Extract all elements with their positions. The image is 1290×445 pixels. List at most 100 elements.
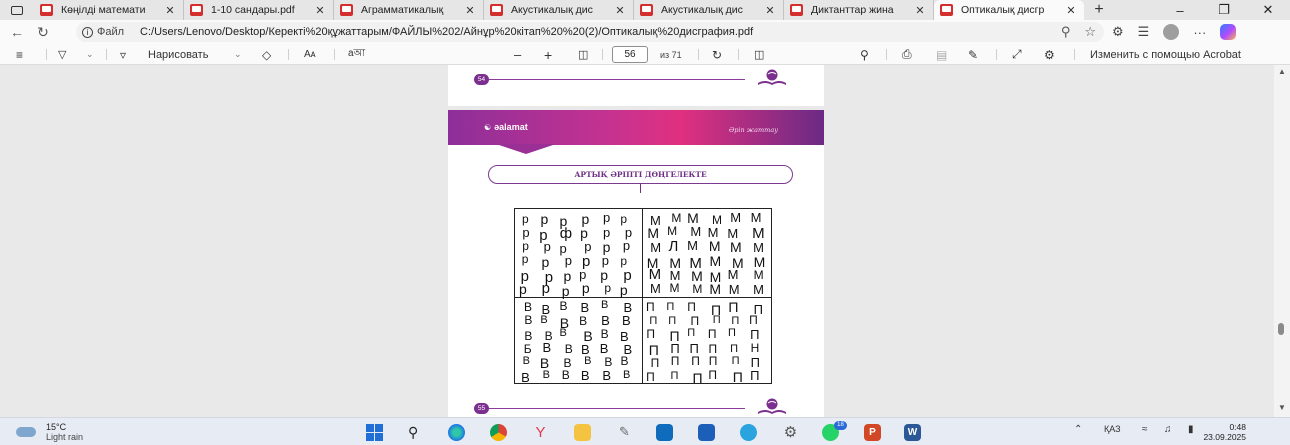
save-icon[interactable]: ▤ <box>936 44 947 65</box>
search-icon[interactable]: ⚲ <box>860 44 869 65</box>
browser-tab[interactable]: Оптикалық дисгр ✕ <box>934 0 1084 20</box>
telegram-icon[interactable] <box>740 424 757 441</box>
draw-icon[interactable]: ▿ <box>120 44 126 65</box>
print-icon[interactable]: ⎙ <box>902 44 912 65</box>
tab-close-icon[interactable]: ✕ <box>313 4 327 17</box>
copilot-icon[interactable] <box>1220 24 1237 40</box>
tab-list: Көңілді математи ✕ 1-10 сандары.pdf ✕ Аграмм… <box>34 0 1084 20</box>
favorites-icon[interactable]: ☰ <box>1138 24 1150 40</box>
highlight-dropdown-icon[interactable]: ⌄ <box>86 44 94 65</box>
worksheet-letter: В <box>620 353 629 368</box>
worksheet-letter: В <box>579 314 588 329</box>
worksheet-letter: р <box>602 210 611 226</box>
worksheet-letter: р <box>624 225 633 241</box>
page-number-input[interactable]: 56 <box>612 46 648 63</box>
more-menu-icon[interactable]: ··· <box>1193 25 1206 40</box>
worksheet-letter: М <box>648 266 662 284</box>
save-as-icon[interactable]: ✎ <box>968 44 978 65</box>
yandex-icon[interactable]: Y <box>532 424 549 441</box>
browser-tab[interactable]: Диктанттар жина ✕ <box>784 0 934 20</box>
worksheet-letter: П <box>750 327 760 343</box>
browser-tab[interactable]: Аграмматикалық ✕ <box>334 0 484 20</box>
scroll-up-icon[interactable]: ▲ <box>1278 67 1286 76</box>
page-view-icon[interactable]: ◫ <box>754 44 764 65</box>
edge-icon[interactable] <box>448 424 465 441</box>
maximize-button[interactable]: ❐ <box>1202 0 1246 20</box>
chrome-icon[interactable] <box>490 424 507 441</box>
browser-tab[interactable]: Акустикалық дис ✕ <box>634 0 784 20</box>
highlight-icon[interactable]: ▽ <box>58 44 66 65</box>
worksheet-letter: р <box>584 239 592 255</box>
tab-close-icon[interactable]: ✕ <box>1064 4 1078 17</box>
profile-avatar[interactable] <box>1163 24 1180 40</box>
worksheet-letter: П <box>708 353 718 368</box>
zoom-out-button[interactable]: – <box>514 44 521 65</box>
back-button[interactable]: ← <box>4 24 30 40</box>
close-window-button[interactable]: ✕ <box>1246 0 1290 20</box>
worksheet-letter: В <box>542 340 552 356</box>
worksheet-letter: В <box>581 341 590 357</box>
clock[interactable]: 0:48 23.09.2025 <box>1203 422 1246 442</box>
settings-icon[interactable]: ⚙ <box>1044 44 1055 65</box>
battery-icon[interactable]: ▮ <box>1188 424 1194 435</box>
translate-icon[interactable]: aআ <box>348 44 365 65</box>
refresh-button[interactable]: ↻ <box>30 24 56 41</box>
show-hidden-icons[interactable]: ⌃ <box>1074 424 1082 435</box>
start-button[interactable] <box>366 424 383 441</box>
vertical-scrollbar[interactable]: ▲ ▼ <box>1274 65 1290 417</box>
read-aloud-icon[interactable]: Aᴀ <box>304 44 316 65</box>
volume-icon[interactable]: ♫ <box>1164 424 1172 435</box>
draw-dropdown-icon[interactable]: ⌄ <box>234 44 242 65</box>
input-language[interactable]: ҚАЗ <box>1104 424 1121 434</box>
tab-title: Оптикалық дисгр <box>961 4 1045 16</box>
tab-close-icon[interactable]: ✕ <box>163 4 177 17</box>
search-icon[interactable]: ⚲ <box>408 424 425 441</box>
favorite-star-icon[interactable]: ☆ <box>1084 24 1096 40</box>
tab-close-icon[interactable]: ✕ <box>913 4 927 17</box>
worksheet-letter: р <box>519 281 527 298</box>
eraser-icon[interactable]: ◇ <box>262 44 271 65</box>
worksheet-letter: В <box>521 370 530 386</box>
scroll-thumb[interactable] <box>1278 323 1284 335</box>
weather-widget[interactable]: 15°C Light rain <box>16 422 83 442</box>
utility-icon[interactable]: ✎ <box>616 424 633 441</box>
new-tab-button[interactable]: + <box>1084 1 1114 19</box>
fullscreen-icon[interactable]: ⤢ <box>1012 44 1022 65</box>
worksheet-letter: П <box>687 299 696 314</box>
worksheet-letter: М <box>709 253 722 270</box>
file-explorer-icon[interactable] <box>574 424 591 441</box>
tab-close-icon[interactable]: ✕ <box>463 4 477 17</box>
pdf-file-icon <box>490 4 503 16</box>
browser-tab[interactable]: 1-10 сандары.pdf ✕ <box>184 0 334 20</box>
minimize-button[interactable]: – <box>1158 0 1202 20</box>
browser-tab[interactable]: Акустикалық дис ✕ <box>484 0 634 20</box>
browser-tab[interactable]: Көңілді математи ✕ <box>34 0 184 20</box>
contents-icon[interactable]: ≡ <box>16 44 23 65</box>
store-icon[interactable] <box>698 424 715 441</box>
draw-label[interactable]: Нарисовать <box>148 44 208 65</box>
scroll-down-icon[interactable]: ▼ <box>1278 403 1286 412</box>
extensions-icon[interactable]: ⚙ <box>1112 24 1124 40</box>
worksheet-letter: В <box>559 326 567 339</box>
info-icon[interactable]: i <box>82 26 93 38</box>
rotate-icon[interactable]: ↻ <box>712 44 722 65</box>
settings-icon[interactable]: ⚙ <box>782 424 799 441</box>
edit-with-acrobat-button[interactable]: Изменить с помощью Acrobat <box>1090 44 1241 65</box>
brand-logo: ☯ ǝalamat <box>484 122 528 132</box>
pdf-viewport[interactable]: 54 ☯ ǝalamat Әріп жаттау АРТЫҚ ӘРІПТІ ДӨҢ… <box>0 65 1274 417</box>
tab-title: 1-10 сандары.pdf <box>211 4 295 16</box>
worksheet-letter: М <box>667 224 678 239</box>
address-field[interactable]: i Файл C:/Users/Lenovo/Desktop/Керекті%2… <box>76 22 1104 42</box>
tab-close-icon[interactable]: ✕ <box>613 4 627 17</box>
worksheet-letter: р <box>541 280 550 298</box>
tab-close-icon[interactable]: ✕ <box>763 4 777 17</box>
word-icon[interactable]: W <box>904 424 921 441</box>
zoom-in-button[interactable]: + <box>544 44 552 65</box>
tab-actions-button[interactable] <box>0 0 34 20</box>
fit-page-icon[interactable]: ◫ <box>578 44 588 65</box>
wifi-icon[interactable]: ≈ <box>1142 424 1148 435</box>
outlook-icon[interactable] <box>656 424 673 441</box>
powerpoint-icon[interactable]: P <box>864 424 881 441</box>
pdf-file-icon <box>790 4 803 16</box>
zoom-icon[interactable]: ⚲ <box>1061 24 1071 40</box>
